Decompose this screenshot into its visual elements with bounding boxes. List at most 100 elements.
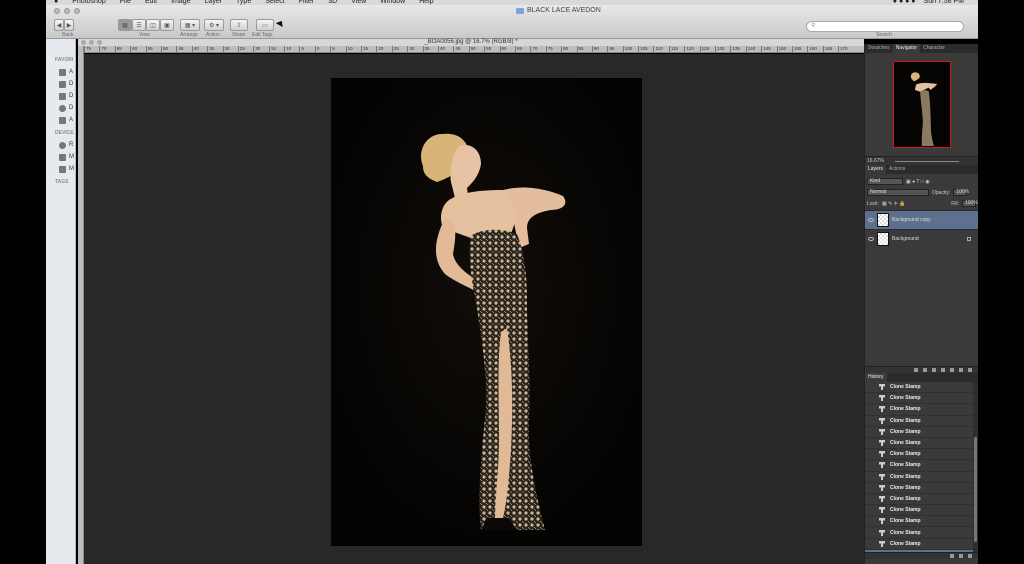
share-icon[interactable]: ⇧ <box>230 19 248 31</box>
tab-swatches[interactable]: Swatches <box>865 44 893 53</box>
history-item[interactable]: Clone Stamp <box>865 416 978 427</box>
layers-footer <box>865 366 978 373</box>
view-columns-button[interactable]: ◫ <box>146 19 160 31</box>
search-input[interactable]: ⚲ <box>806 21 964 32</box>
ruler-tick: 145 <box>761 46 776 52</box>
history-item[interactable]: Clone Stamp <box>865 539 978 550</box>
history-item[interactable]: Clone Stamp <box>865 449 978 461</box>
tab-actions[interactable]: Actions <box>886 165 908 174</box>
layer-filter-select[interactable]: Kind <box>867 178 903 185</box>
link-icon[interactable] <box>914 368 918 372</box>
scroll-thumb[interactable] <box>974 437 977 542</box>
tab-navigator[interactable]: Navigator <box>892 44 921 53</box>
zoom-value[interactable]: 16.67% <box>867 158 884 164</box>
history-item[interactable]: Clone Stamp <box>865 472 978 483</box>
layers-options: Kind ▣ ● T □ ◉ Normal Opacity: 100% Lock… <box>865 174 978 210</box>
history-item[interactable]: Clone Stamp <box>865 527 978 539</box>
layer-name: Background <box>892 236 919 242</box>
gear-icon[interactable]: ⚙ ▾ <box>204 19 224 31</box>
clone-stamp-icon <box>879 507 885 514</box>
folder-icon <box>516 7 524 14</box>
group-icon[interactable] <box>950 368 954 372</box>
eye-icon[interactable] <box>868 218 874 222</box>
history-list[interactable]: Clone Stamp Clone Stamp Clone Stamp Clone S… <box>865 382 978 552</box>
fill-input[interactable]: 100% <box>962 200 978 207</box>
sidebar-item-downloads[interactable]: D <box>46 102 75 114</box>
adjustment-icon[interactable] <box>941 368 945 372</box>
navigator-preview[interactable] <box>865 53 978 156</box>
trash-icon[interactable] <box>968 554 972 558</box>
clone-stamp-icon <box>879 417 885 424</box>
sidebar-item-documents[interactable]: D <box>46 90 75 102</box>
sidebar-item-device-1[interactable]: R <box>46 139 75 151</box>
photo-canvas[interactable] <box>331 78 642 546</box>
history-item[interactable]: Clone Stamp <box>865 438 978 450</box>
clone-stamp-icon <box>879 440 885 447</box>
view-icons-button[interactable]: ▦ <box>118 19 132 31</box>
forward-button[interactable]: ▶ <box>64 19 74 31</box>
eye-icon[interactable] <box>868 237 874 241</box>
ruler-tick: 60 <box>130 46 145 52</box>
new-layer-icon[interactable] <box>959 368 963 372</box>
tab-layers[interactable]: Layers <box>865 165 887 174</box>
sidebar-item-applications[interactable]: A <box>46 66 75 78</box>
blend-mode-select[interactable]: Normal <box>867 189 929 196</box>
history-item[interactable]: Clone Stamp <box>865 494 978 506</box>
minimize-button[interactable] <box>64 8 70 14</box>
opacity-input[interactable]: 100% <box>953 189 969 196</box>
close-button[interactable] <box>54 8 60 14</box>
view-list-button[interactable]: ☰ <box>132 19 146 31</box>
doc-close-button[interactable] <box>81 40 86 45</box>
zoom-slider[interactable] <box>895 161 959 162</box>
fx-icon[interactable] <box>923 368 927 372</box>
canvas-area[interactable] <box>84 54 864 564</box>
history-item-selected[interactable]: Exposure 7 <box>865 549 978 552</box>
clone-stamp-icon <box>879 518 885 525</box>
clone-stamp-icon <box>879 484 885 491</box>
doc-minimize-button[interactable] <box>89 40 94 45</box>
layer-background-copy[interactable]: Background copy <box>865 210 978 229</box>
sidebar-item-device-2[interactable]: M <box>46 151 75 163</box>
action-group: ⚙ ▾ <box>204 19 224 31</box>
ruler-tick: 130 <box>715 46 730 52</box>
doc-zoom-button[interactable] <box>97 40 102 45</box>
history-item[interactable]: Clone Stamp <box>865 382 978 394</box>
ruler-tick: 50 <box>468 46 484 52</box>
horizontal-ruler[interactable]: 75 70 65 60 55 50 45 40 35 30 25 20 15 10 5 0 5 10 15 20 25 3… <box>84 46 864 53</box>
snapshot-icon[interactable] <box>950 554 954 558</box>
ruler-tick: 35 <box>422 46 438 52</box>
downloads-icon <box>59 104 66 112</box>
history-item[interactable]: Clone Stamp <box>865 393 978 405</box>
tab-history[interactable]: History <box>865 373 887 382</box>
filter-icons[interactable]: ▣ ● T □ ◉ <box>906 179 930 185</box>
tab-character[interactable]: Character <box>920 44 948 53</box>
layer-name: Background copy <box>892 217 931 223</box>
ruler-tick: 155 <box>791 46 807 52</box>
zoom-button[interactable] <box>74 8 80 14</box>
back-forward-group: ◀ ▶ <box>54 19 74 31</box>
finder-toolbar: BLACK LACE AVEDON ◀ ▶ Back ▦ ☰ ◫ ▣ View … <box>46 5 978 39</box>
history-item[interactable]: Clone Stamp <box>865 505 978 517</box>
new-document-icon[interactable] <box>959 554 963 558</box>
view-coverflow-button[interactable]: ▣ <box>160 19 174 31</box>
favorites-header: FAVORI <box>55 57 74 63</box>
trash-icon[interactable] <box>968 368 972 372</box>
history-item[interactable]: Clone Stamp <box>865 460 978 472</box>
history-item[interactable]: Clone Stamp <box>865 516 978 528</box>
layer-background[interactable]: Background <box>865 229 978 248</box>
sidebar-item-device-3[interactable]: M <box>46 163 75 175</box>
ruler-tick: 115 <box>668 46 684 52</box>
sidebar-item-desktop[interactable]: D <box>46 78 75 90</box>
navigator-thumbnail[interactable] <box>893 61 951 148</box>
back-button[interactable]: ◀ <box>54 19 64 31</box>
lock-icons[interactable]: ▦ ✎ ✛ 🔒 <box>882 201 906 207</box>
ruler-tick: 160 <box>807 46 822 52</box>
sidebar-item-airdrop[interactable]: A <box>46 114 75 126</box>
mask-icon[interactable] <box>932 368 936 372</box>
document-tab[interactable]: _BOA0056.jpg @ 16.7% (RGB/8) * <box>78 39 864 46</box>
history-item[interactable]: Clone Stamp <box>865 404 978 416</box>
history-item[interactable]: Clone Stamp <box>865 483 978 494</box>
history-item[interactable]: Clone Stamp <box>865 427 978 438</box>
arrange-button[interactable]: ▦ ▾ <box>180 19 200 31</box>
tag-icon[interactable]: ▭ <box>256 19 274 31</box>
